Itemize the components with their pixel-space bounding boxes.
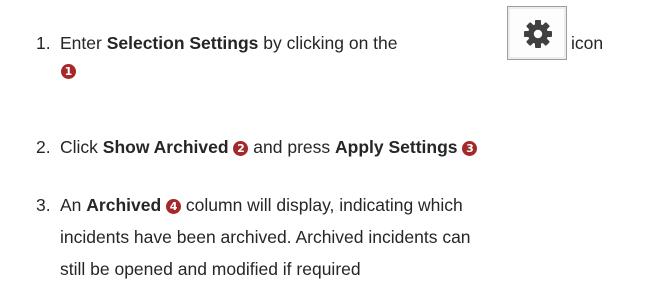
gear-icon [524, 20, 552, 48]
step-2-text: Click Show Archived 2 and press Apply Se… [60, 137, 478, 158]
apply-settings-label: Apply Settings [335, 137, 458, 157]
show-archived-label: Show Archived [102, 137, 229, 157]
callout-badge-2: 2 [233, 141, 249, 156]
icon-word: icon [571, 33, 604, 53]
callout-badge-4: 4 [166, 199, 182, 214]
step-3-line-1: An Archived 4 column will display, indic… [60, 195, 463, 215]
selection-settings-button[interactable] [507, 6, 567, 60]
step-1-text: Enter Selection Settings by clicking on … [60, 33, 398, 53]
archived-label: Archived [86, 195, 162, 215]
step-3-line-3: still be opened and modified if required [60, 259, 361, 279]
step-3-line-2: incidents have been archived. Archived i… [60, 227, 471, 247]
callout-badge-3: 3 [462, 141, 478, 156]
selection-settings-label: Selection Settings [106, 33, 259, 53]
callout-badge-1: 1 [61, 64, 76, 79]
